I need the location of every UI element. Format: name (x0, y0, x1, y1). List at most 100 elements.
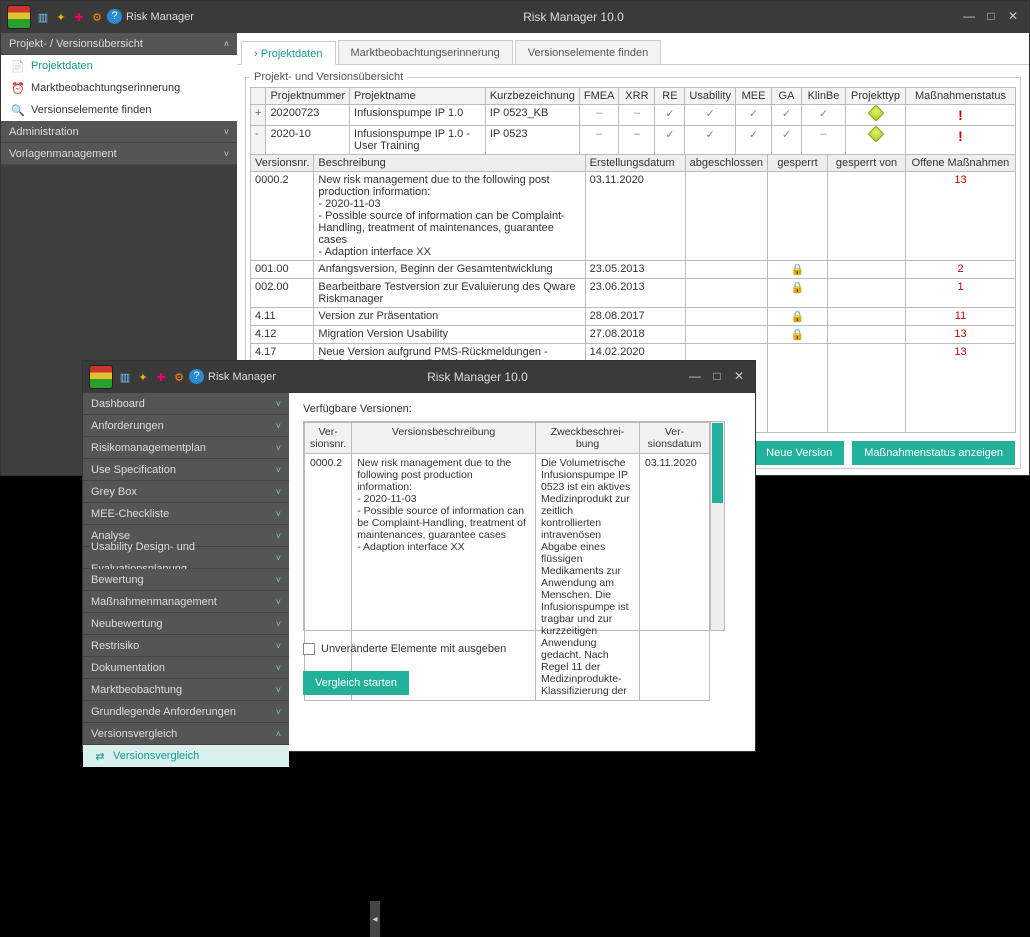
tool-icon-4[interactable]: ⚙ (89, 9, 105, 25)
show-status-button[interactable]: Maßnahmenstatus anzeigen (852, 441, 1015, 465)
sidebar-item-marktbeobachtung[interactable]: ⏰ Marktbeobachtungserinnerung (1, 77, 237, 99)
tool-icon-3[interactable]: ✚ (153, 369, 169, 385)
footer-buttons: Neue Version Maßnahmenstatus anzeigen (754, 441, 1015, 465)
col-re[interactable]: RE (655, 88, 685, 105)
sidebar-section[interactable]: MEE-Checkliste ˅ (83, 503, 289, 525)
sidebar-section-administration[interactable]: Administration ˅ (1, 121, 237, 143)
cell-projektnummer: 20200723 (266, 105, 350, 126)
version-row[interactable]: 4.11 Version zur Präsentation 28.08.2017… (251, 308, 1016, 326)
close-button[interactable]: ✕ (1005, 10, 1021, 24)
nav-label: Marktbeobachtungserinnerung (31, 82, 180, 94)
sidebar-collapse-handle[interactable]: ◂ (370, 901, 380, 937)
col-gesperrt[interactable]: gesperrt (768, 155, 828, 172)
tool-icon-4[interactable]: ⚙ (171, 369, 187, 385)
sidebar-section[interactable]: Grundlegende Anforderungen ˅ (83, 701, 289, 723)
cell-gesperrt (768, 279, 828, 308)
sidebar-section-vorlagen[interactable]: Vorlagenmanagement ˅ (1, 143, 237, 165)
tool-icon-1[interactable]: ▥ (117, 369, 133, 385)
col-kurz[interactable]: Kurzbezeichnung (485, 88, 579, 105)
sidebar-section-versionsvergleich[interactable]: Versionsvergleich ˄ (83, 723, 289, 745)
dash-icon (596, 107, 602, 119)
sub-content: Verfügbare Versionen: Ver- sionsnr. Vers… (289, 393, 755, 751)
unchanged-elements-checkbox[interactable]: Unveränderte Elemente mit ausgeben (303, 643, 725, 655)
col-mee[interactable]: MEE (736, 88, 772, 105)
col-beschreibung[interactable]: Beschreibung (314, 155, 585, 172)
sidebar-section[interactable]: Anforderungen ˅ (83, 415, 289, 437)
expand-toggle[interactable]: - (251, 126, 266, 155)
sidebar-section-label: Bewertung (91, 569, 144, 591)
col-offene[interactable]: Offene Maßnahmen (906, 155, 1016, 172)
sidebar-section[interactable]: Risikomanagementplan ˅ (83, 437, 289, 459)
sidebar-section[interactable]: Use Specification ˅ (83, 459, 289, 481)
tab-projektdaten[interactable]: Projektdaten (241, 41, 336, 65)
col-usab[interactable]: Usability (685, 88, 736, 105)
col-projektnummer[interactable]: Projektnummer (266, 88, 350, 105)
col-ptype[interactable]: Projekttyp (846, 88, 906, 105)
sidebar-section[interactable]: Bewertung ˅ (83, 569, 289, 591)
tab-versionselemente[interactable]: Versionselemente finden (515, 40, 661, 64)
col-abgeschlossen[interactable]: abgeschlossen (685, 155, 767, 172)
sidebar-section[interactable]: Dashboard ˅ (83, 393, 289, 415)
help-icon[interactable]: ? (189, 369, 204, 384)
col-versionsdatum[interactable]: Ver- sionsdatum (640, 423, 710, 454)
minimize-button[interactable]: — (687, 370, 703, 384)
sidebar-section[interactable]: Dokumentation ˅ (83, 657, 289, 679)
sidebar-section[interactable]: Marktbeobachtung ˅ (83, 679, 289, 701)
nav-label: Projektdaten (31, 60, 93, 72)
sidebar-section[interactable]: Neubewertung ˅ (83, 613, 289, 635)
col-versionsnr[interactable]: Versionsnr. (251, 155, 314, 172)
tool-icon-2[interactable]: ✦ (135, 369, 151, 385)
col-erstellung[interactable]: Erstellungsdatum (585, 155, 685, 172)
col-ga[interactable]: GA (772, 88, 802, 105)
project-row[interactable]: + 20200723 Infusionspumpe IP 1.0 IP 0523… (251, 105, 1016, 126)
sidebar-item-versionselemente[interactable]: 🔍 Versionselemente finden (1, 99, 237, 121)
sidebar-section-label: Neubewertung (91, 613, 163, 635)
check-icon (749, 129, 758, 141)
cell-datum: 03.11.2020 (585, 172, 685, 261)
close-button[interactable]: ✕ (731, 370, 747, 384)
sidebar-section[interactable]: Maßnahmenmanagement ˅ (83, 591, 289, 613)
sidebar-item-versionsvergleich[interactable]: ⇄ Versionsvergleich (83, 745, 289, 767)
col-klinbe[interactable]: KlinBe (802, 88, 846, 105)
help-icon[interactable]: ? (107, 9, 122, 24)
version-row[interactable]: 002.00 Bearbeitbare Testversion zur Eval… (251, 279, 1016, 308)
col-mstat[interactable]: Maßnahmenstatus (906, 88, 1016, 105)
col-versionsbeschreibung[interactable]: Versionsbeschreibung (352, 423, 536, 454)
version-row[interactable]: 0000.2 New risk management due to the fo… (305, 454, 710, 701)
checkbox-label: Unveränderte Elemente mit ausgeben (321, 643, 506, 655)
scrollbar-thumb[interactable] (712, 423, 723, 503)
sidebar-section[interactable]: Usability Design- und Evaluationsplanung… (83, 547, 289, 569)
tool-icon-1[interactable]: ▥ (35, 9, 51, 25)
tool-icon-2[interactable]: ✦ (53, 9, 69, 25)
col-zweck[interactable]: Zweckbeschrei- bung (536, 423, 640, 454)
col-xrr[interactable]: XRR (619, 88, 655, 105)
new-version-button[interactable]: Neue Version (754, 441, 844, 465)
cell-zweck: Die Volumetrische Infusionspumpe IP 0523… (536, 454, 640, 701)
cell-datum: 28.08.2017 (585, 308, 685, 326)
version-row[interactable]: 001.00 Anfangsversion, Beginn der Gesamt… (251, 261, 1016, 279)
col-fmea[interactable]: FMEA (579, 88, 619, 105)
maximize-button[interactable]: □ (709, 370, 725, 384)
project-row[interactable]: - 2020-10 Infusionspumpe IP 1.0 - User T… (251, 126, 1016, 155)
tool-icon-3[interactable]: ✚ (71, 9, 87, 25)
cell-abgeschlossen (685, 261, 767, 279)
sidebar-section-projekt[interactable]: Projekt- / Versionsübersicht ˄ (1, 33, 237, 55)
col-gesperrtvon[interactable]: gesperrt von (828, 155, 906, 172)
vertical-scrollbar[interactable] (710, 422, 724, 630)
sidebar-item-projektdaten[interactable]: 📄 Projektdaten (1, 55, 237, 77)
chevron-down-icon: ˅ (276, 613, 281, 635)
col-versionsnr[interactable]: Ver- sionsnr. (305, 423, 352, 454)
maximize-button[interactable]: □ (983, 10, 999, 24)
minimize-button[interactable]: — (961, 10, 977, 24)
version-row[interactable]: 4.12 Migration Version Usability 27.08.2… (251, 326, 1016, 344)
sidebar-section[interactable]: Grey Box ˅ (83, 481, 289, 503)
sidebar-section-label: MEE-Checkliste (91, 503, 169, 525)
version-header-row: Versionsnr. Beschreibung Erstellungsdatu… (251, 155, 1016, 172)
sidebar-section[interactable]: Restrisiko ˅ (83, 635, 289, 657)
col-projektname[interactable]: Projektname (350, 88, 486, 105)
start-compare-button[interactable]: Vergleich starten (303, 671, 409, 695)
version-row[interactable]: 0000.2 New risk management due to the fo… (251, 172, 1016, 261)
sidebar-section-label: Marktbeobachtung (91, 679, 182, 701)
tab-marktbeobachtung[interactable]: Marktbeobachtungserinnerung (338, 40, 513, 64)
expand-toggle[interactable]: + (251, 105, 266, 126)
